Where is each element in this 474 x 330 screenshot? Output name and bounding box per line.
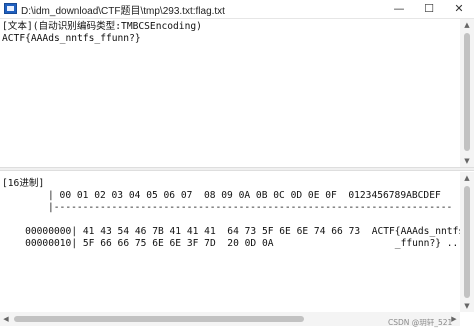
hex-row[interactable]: 00000010| 5F 66 66 75 6E 6E 3F 7D 20 0D … [2,226,458,262]
scroll-thumb[interactable] [464,33,470,151]
hex-view-scrollbar[interactable]: ▲ ▼ [460,172,474,312]
text-view-scrollbar[interactable]: ▲ ▼ [460,19,474,167]
hex-separator: |---------------------------------------… [48,202,453,213]
pane-splitter[interactable] [0,167,474,171]
hex-row-offset: 00000010 [25,238,72,249]
scroll-left-icon[interactable]: ◀ [0,312,12,326]
scroll-down-icon[interactable]: ▼ [460,300,474,312]
horizontal-scroll-thumb[interactable] [14,316,304,322]
hex-view-pane[interactable]: [16进制] | 00 01 02 03 04 05 06 07 08 09 0… [0,172,464,312]
close-button[interactable]: ✕ [444,0,474,18]
minimize-button[interactable]: — [384,0,414,18]
hex-column-header: | 00 01 02 03 04 05 06 07 08 09 0A 0B 0C… [48,190,441,201]
hex-view-header: [16进制] [2,178,45,189]
scroll-down-icon[interactable]: ▼ [460,155,474,167]
text-view-pane[interactable]: [文本](自动识别编码类型:TMBCSEncoding) ACTF{AAAds_… [0,19,460,167]
maximize-button[interactable]: ☐ [414,0,444,18]
hex-row-ascii[interactable]: _ffunn?} .. [395,238,459,249]
app-icon [4,3,17,14]
hex-row-bytes[interactable]: 5F 66 66 75 6E 6E 3F 7D 20 0D 0A [83,238,274,249]
title-bar: D:\idm_download\CTF题目\tmp\293.txt:flag.t… [0,0,474,19]
text-view-content[interactable]: ACTF{AAAds_nntfs_ffunn?} [2,33,141,45]
window-title: D:\idm_download\CTF题目\tmp\293.txt:flag.t… [21,6,225,17]
scroll-thumb[interactable] [464,186,470,298]
scroll-up-icon[interactable]: ▲ [460,172,474,184]
text-view-header: [文本](自动识别编码类型:TMBCSEncoding) [2,21,202,32]
scroll-up-icon[interactable]: ▲ [460,19,474,31]
watermark: CSDN @玥轩_521 [388,318,453,327]
